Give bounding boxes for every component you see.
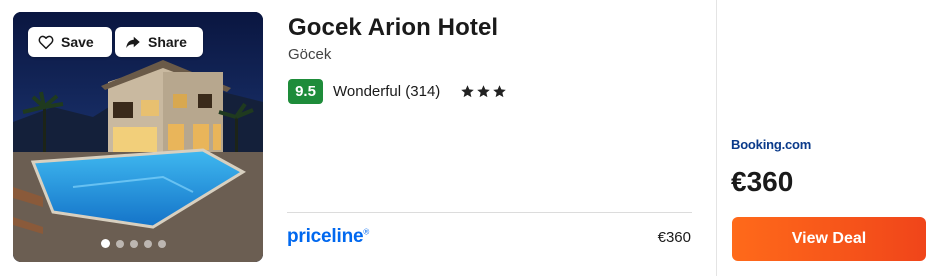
offer-divider: [287, 212, 692, 213]
save-label: Save: [61, 34, 94, 50]
carousel-dot[interactable]: [143, 239, 152, 248]
hotel-result-card: Save Share Gocek Arion Hotel Göcek 9.5 W…: [0, 0, 940, 276]
star-icon: [493, 85, 507, 98]
partner-offer-price: €360: [657, 228, 691, 246]
best-deal-price: €360: [731, 166, 794, 197]
carousel-dots: [13, 239, 263, 248]
share-label: Share: [148, 34, 187, 50]
booking-logo: Booking.com: [731, 137, 812, 152]
heart-outline-icon: [38, 35, 54, 50]
share-arrow-icon: [126, 36, 140, 48]
carousel-dot[interactable]: [100, 239, 110, 248]
hotel-name[interactable]: Gocek Arion Hotel: [288, 14, 498, 42]
star-icon: [477, 85, 491, 98]
priceline-logo: priceline®: [287, 226, 370, 247]
view-deal-button[interactable]: View Deal: [732, 217, 926, 261]
share-button[interactable]: Share: [115, 27, 203, 57]
star-rating: [460, 84, 507, 99]
review-summary: Wonderful (314): [333, 83, 441, 100]
carousel-dot[interactable]: [129, 239, 138, 248]
save-button[interactable]: Save: [28, 27, 112, 57]
rating-row: 9.5 Wonderful (314): [288, 79, 507, 104]
star-icon: [461, 85, 475, 98]
carousel-dot[interactable]: [115, 239, 124, 248]
column-separator: [716, 0, 717, 276]
carousel-dot[interactable]: [157, 239, 166, 248]
partner-offer-row[interactable]: priceline® €360: [287, 222, 691, 252]
hotel-location: Göcek: [288, 46, 332, 63]
review-score-badge: 9.5: [288, 79, 323, 104]
hotel-photo[interactable]: Save Share: [13, 12, 263, 262]
